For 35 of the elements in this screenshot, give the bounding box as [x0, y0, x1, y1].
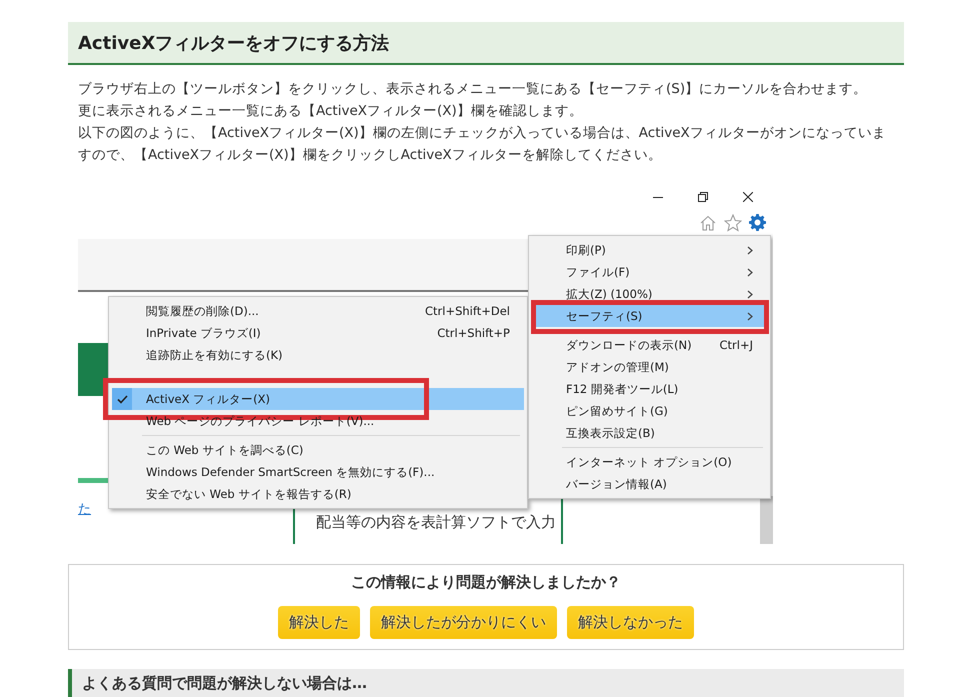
related-heading: よくある質問で問題が解決しない場合は… [68, 669, 904, 697]
feedback-question: この情報により問題が解決しましたか？ [350, 573, 622, 592]
menu-item[interactable]: ActiveX フィルター(X) [112, 388, 524, 410]
section-heading: ActiveXフィルターをオフにする方法 [68, 22, 904, 65]
scrollbar[interactable] [760, 496, 773, 544]
page-banner [78, 343, 108, 396]
menu-item[interactable]: インターネット オプション(O) [532, 451, 767, 473]
check-icon [116, 394, 128, 404]
menu-item[interactable]: ピン留めサイト(G) [532, 400, 767, 422]
feedback-button[interactable]: 解決したが分かりにくい [370, 606, 557, 639]
page-bar [78, 478, 108, 483]
menu-item[interactable]: 追跡防止を有効にする(K) [112, 344, 524, 366]
menu-item[interactable]: ファイル(F) [532, 261, 767, 283]
close-icon[interactable] [743, 192, 753, 202]
menu-item[interactable]: Windows Defender SmartScreen を無効にする(F)... [112, 461, 524, 483]
menu-item[interactable]: 印刷(P) [532, 239, 767, 261]
menu-item[interactable]: 閲覧履歴の削除(D)... Ctrl+Shift+Del [112, 300, 524, 322]
feedback-button[interactable]: 解決しなかった [567, 606, 694, 639]
page-text: 配当等の内容を表計算ソフトで入力 [316, 513, 556, 532]
star-icon[interactable] [724, 214, 742, 232]
page-link[interactable]: た [78, 500, 91, 518]
menu-item[interactable]: InPrivate ブラウズ(I) Ctrl+Shift+P [112, 322, 524, 344]
menu-item[interactable]: 拡大(Z) (100%) [532, 283, 767, 305]
menu-item[interactable]: アドオンの管理(M) [532, 356, 767, 378]
menu-item[interactable]: 安全でない Web サイトを報告する(R) [112, 483, 524, 505]
settings-icon[interactable] [749, 214, 766, 231]
menu-item[interactable]: この Web サイトを調べる(C) [112, 439, 524, 461]
feedback-button[interactable]: 解決した [278, 606, 360, 639]
menu-item[interactable]: バージョン情報(A) [532, 473, 767, 495]
restore-icon[interactable] [698, 192, 708, 202]
instructions-text: ブラウザ右上の【ツールボタン】をクリックし、表示されるメニュー一覧にある【セーフティ(S)】にカーソルを合わせます。 更に表示されるメニュー一覧にある【ActiveXフィルター(X)】欄を確認します。 以下の図のように、【ActiveXフィルター(X)】欄の左側にチェックが入っている場合は、ActiveXフィルターがオンになっていますので、【ActiveXフィルター(X)】欄をクリックしActiveXフィルターを解除してください。 [77, 80, 887, 165]
home-icon[interactable] [700, 215, 716, 231]
menu-item[interactable]: F12 開発者ツール(L) [532, 378, 767, 400]
menu-item[interactable]: ダウンロードの表示(N) Ctrl+J [532, 334, 767, 356]
menu-item[interactable]: 互換表示設定(B) [532, 422, 767, 444]
